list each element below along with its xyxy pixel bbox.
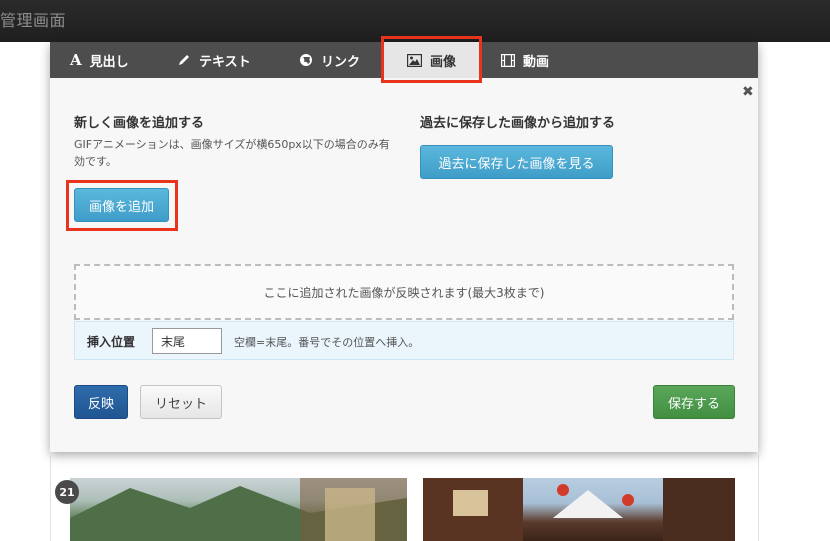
film-icon: [501, 53, 515, 67]
editor-modal: A 見出し テキスト リンク 画像 動画 ✖ 新しく画像を追加する GIFアニメ…: [50, 42, 758, 452]
image-dropzone[interactable]: ここに追加された画像が反映されます(最大3枚まで): [74, 264, 734, 320]
apply-button[interactable]: 反映: [74, 385, 128, 419]
reset-button[interactable]: リセット: [140, 385, 222, 419]
dropzone-text: ここに追加された画像が反映されます(最大3枚まで): [263, 285, 545, 300]
tab-label: リンク: [321, 54, 361, 70]
tab-video[interactable]: 動画: [501, 42, 549, 78]
highlight-box: [66, 180, 178, 231]
highlight-box: [381, 36, 482, 83]
insert-position-input[interactable]: [152, 328, 222, 354]
gallery-thumbnail[interactable]: [70, 478, 407, 541]
item-number-badge: 21: [55, 480, 79, 504]
street-image: [423, 478, 735, 541]
pencil-icon: [177, 53, 191, 67]
insert-position-label: 挿入位置: [87, 335, 136, 349]
app-title: 管理画面: [0, 11, 67, 30]
new-image-title: 新しく画像を追加する: [74, 116, 205, 131]
tab-label: 動画: [523, 54, 550, 70]
close-icon[interactable]: ✖: [742, 84, 754, 100]
tab-link[interactable]: リンク: [299, 42, 360, 78]
insert-position-panel: 挿入位置 空欄=末尾。番号でその位置へ挿入。: [74, 321, 734, 360]
globe-icon: [299, 53, 313, 67]
save-button[interactable]: 保存する: [653, 385, 735, 419]
tab-heading[interactable]: A 見出し: [70, 42, 129, 78]
gif-help-text: GIFアニメーションは、画像サイズが横650px以下の場合のみ有効です。: [74, 138, 390, 168]
mountain-image: [70, 478, 407, 541]
view-past-images-button[interactable]: 過去に保存した画像を見る: [420, 145, 613, 179]
tab-label: 見出し: [89, 54, 129, 70]
heading-icon: A: [70, 51, 82, 69]
past-image-title: 過去に保存した画像から追加する: [420, 116, 616, 131]
tab-text[interactable]: テキスト: [177, 42, 251, 78]
insert-position-note: 空欄=末尾。番号でその位置へ挿入。: [234, 336, 420, 349]
gallery-thumbnail[interactable]: [423, 478, 735, 541]
tab-label: テキスト: [199, 54, 251, 70]
page-divider: [50, 455, 51, 541]
page-divider: [758, 455, 759, 541]
